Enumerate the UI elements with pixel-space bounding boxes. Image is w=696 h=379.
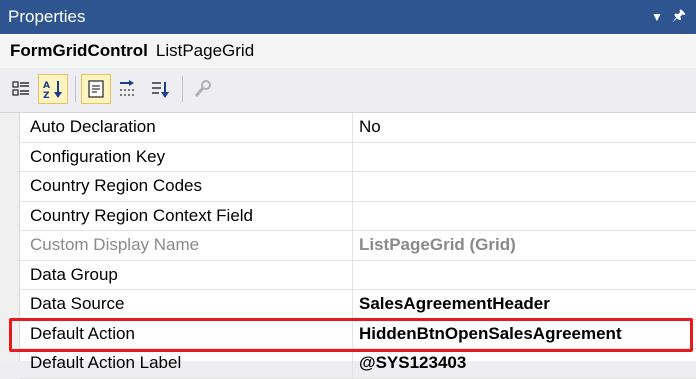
property-pages-icon [152, 82, 169, 98]
properties-toolbar: A Z [0, 68, 696, 110]
events-button[interactable] [113, 74, 143, 104]
categorized-button[interactable] [6, 74, 36, 104]
property-value[interactable]: HiddenBtnOpenSalesAgreement [353, 320, 696, 349]
window-title: Properties [8, 7, 86, 26]
object-name: ListPageGrid [155, 41, 255, 60]
property-value[interactable]: ListPageGrid (Grid) [353, 231, 696, 260]
property-name: Data Group [20, 260, 353, 289]
toolbar-separator [182, 76, 183, 102]
alphabetical-sort-icon: A Z [43, 81, 62, 100]
property-value[interactable] [353, 202, 696, 231]
grid-gutter [0, 113, 20, 361]
property-value[interactable]: @SYS123403 [353, 349, 696, 378]
property-name: Default Action [20, 319, 353, 348]
wrench-button[interactable] [188, 74, 218, 104]
property-name: Configuration Key [20, 142, 353, 171]
property-row[interactable]: Country Region Context Field [20, 201, 696, 231]
property-row[interactable]: Auto Declaration No [20, 113, 696, 143]
property-row[interactable]: Default Action Label @SYS123403 [20, 349, 696, 379]
properties-button[interactable] [81, 74, 111, 104]
dropdown-arrow-icon[interactable]: ▼ [646, 10, 668, 24]
property-name: Data Source [20, 290, 353, 319]
property-value[interactable] [353, 143, 696, 172]
properties-title-bar: Properties ▼ 🖈 [0, 0, 696, 34]
property-row[interactable]: Default Action HiddenBtnOpenSalesAgreemen… [20, 319, 696, 349]
toolbar-separator [75, 76, 76, 102]
property-name: Country Region Codes [20, 172, 353, 201]
property-value[interactable] [353, 261, 696, 290]
object-selector[interactable]: FormGridControl ListPageGrid [0, 34, 696, 68]
property-value[interactable] [353, 172, 696, 201]
property-row[interactable]: Custom Display Name ListPageGrid (Grid) [20, 231, 696, 261]
property-row[interactable]: Data Source SalesAgreementHeader [20, 290, 696, 320]
svg-text:Z: Z [43, 91, 50, 100]
property-name: Auto Declaration [20, 113, 353, 142]
svg-text:A: A [43, 81, 50, 91]
alphabetical-button[interactable]: A Z [38, 74, 68, 104]
events-icon [120, 80, 136, 96]
property-pages-button[interactable] [145, 74, 175, 104]
properties-page-icon [88, 80, 104, 98]
categorized-icon [12, 81, 29, 96]
wrench-icon [194, 80, 211, 97]
object-type: FormGridControl [10, 41, 148, 60]
property-name: Default Action Label [20, 349, 353, 378]
property-grid: Auto Declaration No Configuration Key Count… [0, 112, 696, 379]
pin-icon[interactable]: 🖈 [668, 5, 690, 30]
property-row[interactable]: Country Region Codes [20, 172, 696, 202]
property-name: Custom Display Name [20, 231, 353, 260]
property-name: Country Region Context Field [20, 201, 353, 230]
property-row[interactable]: Configuration Key [20, 142, 696, 172]
property-value[interactable]: No [353, 113, 696, 142]
property-row[interactable]: Data Group [20, 260, 696, 290]
property-value[interactable]: SalesAgreementHeader [353, 290, 696, 319]
